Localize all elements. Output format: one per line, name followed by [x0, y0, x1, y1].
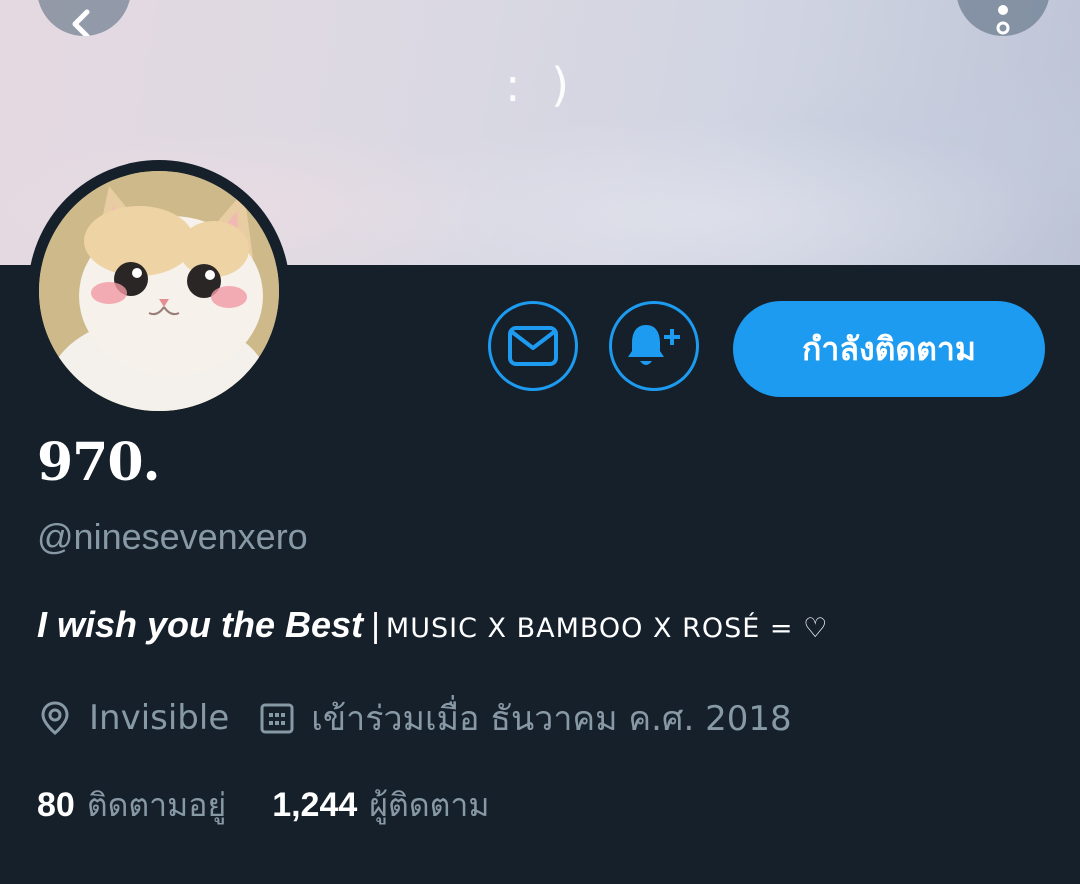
following-count: 80 — [37, 786, 75, 824]
cat-picture — [39, 171, 279, 411]
envelope-icon — [508, 326, 558, 366]
calendar-icon — [260, 703, 294, 734]
chevron-left-icon — [72, 9, 90, 36]
bell-plus-icon — [628, 325, 680, 365]
banner-text: : ) — [505, 58, 578, 112]
notifications-button[interactable] — [609, 301, 699, 391]
bio: I wish you the Best | MUSIC X BAMBOO X ROS… — [37, 604, 828, 646]
display-name: 970. — [37, 432, 161, 493]
profile-meta: Invisible เข้าร่วมเมื่อ ธันวาคม ค.ศ. 201… — [37, 694, 792, 742]
followers-count: 1,244 — [272, 786, 358, 824]
back-button[interactable] — [37, 0, 131, 36]
joined-date: เข้าร่วมเมื่อ ธันวาคม ค.ศ. 2018 — [311, 699, 792, 739]
bio-emphasis: I wish you the Best — [37, 604, 364, 645]
location-pin-icon — [41, 701, 69, 735]
more-options-button[interactable] — [956, 0, 1050, 36]
avatar-image — [39, 171, 279, 411]
bio-separator: | — [371, 607, 380, 645]
following-label: ติดตามอยู่ — [86, 786, 227, 824]
bio-text: MUSIC X BAMBOO X ROSÉ = ♡ — [385, 613, 829, 644]
follow-stats: 80 ติดตามอยู่ 1,244 ผู้ติดตาม — [37, 780, 489, 831]
more-dots-icon — [996, 5, 1010, 35]
following-button[interactable]: กำลังติดตาม — [733, 301, 1045, 397]
message-button[interactable] — [488, 301, 578, 391]
followers-label: ผู้ติดตาม — [369, 786, 490, 824]
avatar[interactable] — [28, 160, 290, 422]
location-text: Invisible — [89, 698, 230, 738]
following-link[interactable]: 80 ติดตามอยู่ — [37, 780, 226, 831]
followers-link[interactable]: 1,244 ผู้ติดตาม — [272, 780, 489, 831]
handle: @ninesevenxero — [37, 516, 308, 557]
